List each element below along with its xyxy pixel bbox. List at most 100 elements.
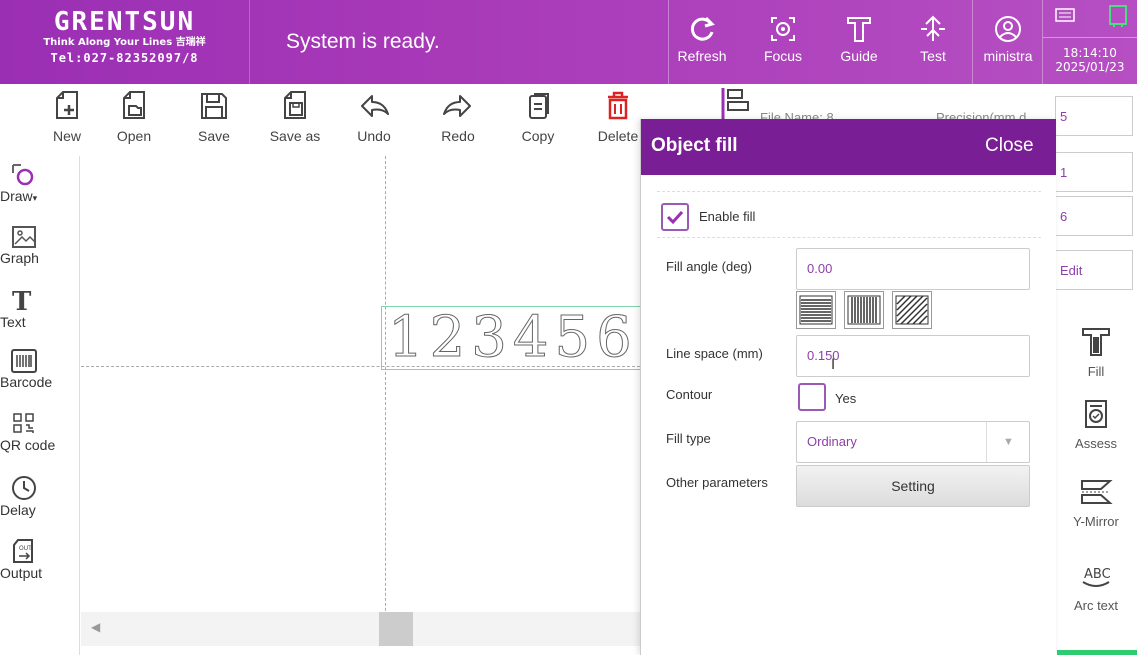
svg-text:OUT: OUT — [19, 545, 32, 552]
brand-tagline: Think Along Your Lines 吉瑞祥 — [43, 37, 206, 48]
open-folder-icon — [123, 91, 145, 119]
guide-label: Guide — [840, 48, 878, 64]
clock-icon — [12, 476, 36, 500]
text-cursor-icon: I — [831, 357, 836, 373]
scroll-left-icon[interactable]: ◀ — [91, 620, 100, 634]
graph-label: Graph — [0, 250, 39, 266]
refresh-button[interactable]: Refresh — [670, 0, 734, 84]
svg-text:ABC: ABC — [1084, 567, 1111, 582]
app-header: GRENTSUN Think Along Your Lines 吉瑞祥 Tel:… — [0, 0, 1137, 84]
y-mirror-tool[interactable]: Y-Mirror — [1055, 476, 1137, 529]
clock-time: 18:14:10 — [1063, 46, 1117, 60]
guide-button[interactable]: Guide — [828, 0, 890, 84]
delete-label: Delete — [597, 128, 639, 144]
open-label: Open — [116, 128, 152, 144]
open-button[interactable]: Open — [101, 84, 167, 156]
output-label: Output — [0, 565, 43, 581]
contour-label: Contour — [666, 387, 713, 402]
brand-name: GRENTSUN — [53, 7, 196, 37]
draw-dropdown-icon: ▾ — [32, 193, 38, 203]
system-status: System is ready. — [286, 30, 440, 53]
clock-panel: 18:14:10 2025/01/23 — [1043, 0, 1137, 84]
diagonal-lines-pattern[interactable] — [892, 291, 932, 329]
dialog-title: Object fill — [651, 135, 738, 156]
text-tool[interactable]: T Text — [0, 286, 80, 330]
delay-tool[interactable]: Delay — [0, 474, 80, 518]
save-as-button[interactable]: Save as — [262, 84, 328, 156]
draw-tool[interactable]: Draw▾ — [0, 162, 80, 204]
draw-icon — [12, 164, 34, 186]
connection-icon — [1109, 5, 1127, 27]
undo-label: Undo — [357, 128, 391, 144]
chevron-down-icon[interactable]: ▼ — [986, 422, 1030, 462]
undo-icon — [361, 95, 389, 117]
arc-text-tool[interactable]: ABC Arc text — [1055, 560, 1137, 613]
copy-icon — [529, 93, 549, 119]
refresh-icon — [690, 16, 715, 41]
qr-code-icon — [13, 413, 34, 433]
precision-field[interactable]: 5 — [1055, 96, 1133, 136]
horizontal-lines-pattern[interactable] — [796, 291, 836, 329]
save-button[interactable]: Save — [181, 84, 247, 156]
barcode-label: Barcode — [0, 374, 53, 390]
param-field-1[interactable]: 1 — [1055, 152, 1133, 192]
new-button[interactable]: New — [34, 84, 100, 156]
copy-button[interactable]: Copy — [505, 84, 571, 156]
text-label: Text — [0, 314, 26, 330]
user-button[interactable]: ministra — [974, 0, 1042, 84]
delete-button[interactable]: Delete — [588, 84, 648, 156]
redo-icon — [443, 95, 471, 117]
assess-tool[interactable]: Assess — [1055, 398, 1137, 451]
object-palette: Draw▾ Graph T Text Barcode QR code Delay… — [0, 156, 80, 655]
arc-text-icon: ABC — [1082, 567, 1111, 587]
checkmark-icon — [666, 210, 684, 225]
line-space-label: Line space (mm) — [666, 346, 763, 361]
horizontal-scrollbar[interactable]: ◀ — [81, 612, 640, 646]
new-file-icon — [56, 91, 78, 119]
undo-button[interactable]: Undo — [341, 84, 407, 156]
scrollbar-thumb[interactable] — [379, 612, 413, 646]
edit-button[interactable]: Edit — [1055, 250, 1133, 290]
setting-button[interactable]: Setting — [796, 465, 1030, 507]
design-canvas[interactable]: 1234567 ◀ — [81, 156, 640, 655]
close-button[interactable]: Close — [985, 135, 1034, 157]
fill-type-value: Ordinary — [807, 434, 857, 449]
fill-tool[interactable]: Fill — [1055, 326, 1137, 379]
text-object[interactable]: 1234567 — [381, 306, 640, 370]
clock-date: 2025/01/23 — [1055, 60, 1125, 74]
new-label: New — [52, 128, 81, 144]
dialog-header: Object fill Close — [641, 119, 1056, 175]
draw-label: Draw — [0, 188, 33, 204]
horizontal-lines-icon — [799, 295, 833, 325]
delete-icon — [608, 91, 628, 120]
status-indicator — [1057, 650, 1137, 655]
param-field-2[interactable]: 6 — [1055, 196, 1133, 236]
test-button[interactable]: Test — [902, 0, 964, 84]
diagonal-lines-icon — [895, 295, 929, 325]
qr-code-tool[interactable]: QR code — [0, 411, 80, 453]
y-mirror-label: Y-Mirror — [1073, 514, 1119, 529]
save-as-icon — [284, 91, 306, 119]
graph-tool[interactable]: Graph — [0, 224, 80, 266]
contour-checkbox[interactable] — [798, 383, 826, 411]
fill-angle-input[interactable]: 0.00 — [796, 248, 1030, 290]
focus-button[interactable]: Focus — [750, 0, 816, 84]
brand-phone: Tel:027-82352097/8 — [50, 51, 199, 65]
save-icon — [201, 93, 227, 119]
output-tool[interactable]: OUT Output — [0, 537, 80, 581]
save-label: Save — [198, 128, 230, 144]
y-mirror-icon — [1081, 480, 1113, 504]
fill-type-select[interactable]: Ordinary ▼ — [796, 421, 1030, 463]
redo-button[interactable]: Redo — [425, 84, 491, 156]
test-icon — [921, 15, 945, 41]
fill-label: Fill — [1087, 364, 1105, 379]
focus-icon — [771, 17, 795, 41]
fill-angle-label: Fill angle (deg) — [666, 259, 752, 274]
contour-option-label: Yes — [835, 391, 857, 406]
enable-fill-checkbox[interactable] — [661, 203, 689, 231]
vertical-lines-pattern[interactable] — [844, 291, 884, 329]
arc-text-label: Arc text — [1073, 598, 1119, 613]
focus-label: Focus — [763, 48, 803, 64]
barcode-tool[interactable]: Barcode — [0, 348, 80, 390]
fill-icon — [1082, 328, 1110, 356]
